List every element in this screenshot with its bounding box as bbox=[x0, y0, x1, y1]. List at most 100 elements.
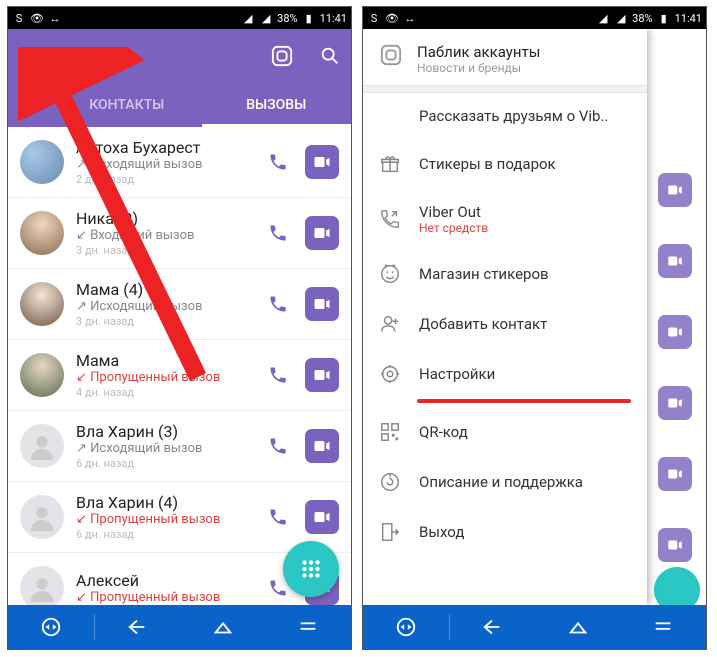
call-row[interactable]: Ника (8) ↙ Входящий вызов 3 дн. назад bbox=[8, 198, 351, 269]
app-header: Viber bbox=[8, 29, 351, 83]
navigation-drawer: Паблик аккаунты Новости и бренды Рассказ… bbox=[363, 29, 647, 605]
call-row[interactable]: Мама (4) ↗ Исходящий вызов 3 дн. назад bbox=[8, 269, 351, 340]
call-status: ↙ Пропущенный вызов bbox=[76, 590, 249, 605]
smile-icon bbox=[379, 263, 401, 285]
drawer-item-label: Стикеры в подарок bbox=[419, 155, 631, 173]
call-status: ↙ Пропущенный вызов bbox=[76, 512, 249, 527]
call-status: ↗ Исходящий вызов bbox=[76, 441, 249, 456]
dialpad-fab[interactable] bbox=[283, 541, 339, 597]
signal-icon: ◢ bbox=[241, 11, 255, 25]
video-call-button[interactable] bbox=[305, 429, 339, 463]
drawer-item-phone-out[interactable]: Viber OutНет средств bbox=[363, 189, 647, 249]
tab-chats-icon[interactable] bbox=[8, 83, 52, 127]
nav-bar bbox=[8, 605, 351, 649]
public-accounts-icon bbox=[379, 43, 403, 67]
drawer-item-label: Добавить контакт bbox=[419, 315, 631, 333]
drawer-item-label: Описание и поддержка bbox=[419, 473, 631, 491]
teamviewer-button[interactable] bbox=[8, 605, 94, 649]
app-title: Viber bbox=[50, 45, 245, 68]
tabs: КОНТАКТЫ ВЫЗОВЫ bbox=[8, 83, 351, 127]
battery-icon: ▮ bbox=[657, 11, 671, 25]
teamviewer-icon: ↔ bbox=[48, 11, 62, 25]
call-status: ↗ Исходящий вызов bbox=[76, 157, 249, 172]
avatar bbox=[20, 424, 64, 468]
status-bar: S 👁 ↔ ◢ ◢ 38% ▮ 11:41 bbox=[363, 7, 706, 29]
back-button[interactable] bbox=[95, 605, 181, 649]
call-button[interactable] bbox=[261, 358, 295, 392]
drawer-item-label: Viber Out bbox=[419, 203, 631, 221]
drawer-item-add-contact[interactable]: Добавить контакт bbox=[363, 299, 647, 349]
tab-contacts[interactable]: КОНТАКТЫ bbox=[52, 83, 202, 127]
video-call-button[interactable] bbox=[305, 500, 339, 534]
drawer-item-gear[interactable]: Настройки bbox=[363, 349, 647, 399]
call-name: Мама (4) bbox=[76, 280, 249, 299]
video-call-button[interactable] bbox=[305, 145, 339, 179]
call-time: 2 дн. назад bbox=[76, 173, 249, 186]
gift-icon bbox=[379, 153, 401, 175]
drawer-item-smile[interactable]: Магазин стикеров bbox=[363, 249, 647, 299]
drawer-item-share[interactable]: Рассказать друзьям о Vib.. bbox=[363, 93, 647, 139]
phone-out-icon bbox=[379, 208, 401, 230]
back-button[interactable] bbox=[450, 605, 536, 649]
public-accounts-icon[interactable] bbox=[271, 45, 293, 67]
video-call-button[interactable] bbox=[305, 216, 339, 250]
call-button[interactable] bbox=[261, 287, 295, 321]
gear-icon bbox=[379, 363, 401, 385]
drawer-item-exit[interactable]: Выход bbox=[363, 507, 647, 557]
call-name: Антоха Бухарест bbox=[76, 138, 249, 157]
battery-icon: ▮ bbox=[302, 11, 316, 25]
teamviewer-icon: ↔ bbox=[403, 11, 417, 25]
call-row[interactable]: Мама ↙ Пропущенный вызов 4 дн. назад bbox=[8, 340, 351, 411]
call-status: ↙ Входящий вызов bbox=[76, 228, 249, 243]
call-button[interactable] bbox=[261, 145, 295, 179]
video-call-button[interactable] bbox=[305, 287, 339, 321]
call-row[interactable]: Антоха Бухарест ↗ Исходящий вызов 2 дн. … bbox=[8, 127, 351, 198]
drawer-item-qr[interactable]: QR-код bbox=[363, 407, 647, 457]
drawer-header[interactable]: Паблик аккаунты Новости и бренды bbox=[363, 29, 647, 85]
call-name: Вла Харин (3) bbox=[76, 422, 249, 441]
add-contact-icon bbox=[379, 313, 401, 335]
recent-button[interactable] bbox=[266, 605, 352, 649]
avatar bbox=[20, 353, 64, 397]
battery-text: 38% bbox=[277, 12, 297, 25]
drawer-item-info[interactable]: Описание и поддержка bbox=[363, 457, 647, 507]
avatar bbox=[20, 566, 64, 605]
home-button[interactable] bbox=[535, 605, 621, 649]
tab-calls-label: ВЫЗОВЫ bbox=[246, 97, 306, 113]
call-status: ↙ Пропущенный вызов bbox=[76, 370, 249, 385]
clock-text: 11:41 bbox=[675, 12, 702, 25]
drawer-item-label: Магазин стикеров bbox=[419, 265, 631, 283]
teamviewer-button[interactable] bbox=[363, 605, 449, 649]
drawer-item-label: Выход bbox=[419, 523, 631, 541]
signal-icon: ◢ bbox=[259, 11, 273, 25]
drawer-item-gift[interactable]: Стикеры в подарок bbox=[363, 139, 647, 189]
exit-icon bbox=[379, 521, 401, 543]
call-name: Ника (8) bbox=[76, 209, 249, 228]
call-button[interactable] bbox=[261, 429, 295, 463]
video-call-button[interactable] bbox=[305, 358, 339, 392]
drawer-header-sub: Новости и бренды bbox=[417, 61, 631, 75]
tab-calls[interactable]: ВЫЗОВЫ bbox=[202, 83, 352, 127]
clock-text: 11:41 bbox=[320, 12, 347, 25]
call-list[interactable]: Антоха Бухарест ↗ Исходящий вызов 2 дн. … bbox=[8, 127, 351, 605]
search-icon[interactable] bbox=[319, 45, 341, 67]
home-button[interactable] bbox=[180, 605, 266, 649]
drawer-item-label: Рассказать друзьям о Vib.. bbox=[419, 107, 631, 125]
menu-icon[interactable] bbox=[18, 50, 36, 62]
tab-contacts-label: КОНТАКТЫ bbox=[89, 97, 164, 113]
call-row[interactable]: Вла Харин (3) ↗ Исходящий вызов 6 дн. на… bbox=[8, 411, 351, 482]
recent-button[interactable] bbox=[621, 605, 707, 649]
call-time: 6 дн. назад bbox=[76, 528, 249, 541]
call-status: ↗ Исходящий вызов bbox=[76, 299, 249, 314]
drawer-item-sub: Нет средств bbox=[419, 221, 631, 235]
call-button[interactable] bbox=[261, 216, 295, 250]
annotation-underline bbox=[417, 399, 631, 403]
call-name: Вла Харин (4) bbox=[76, 493, 249, 512]
drawer-item-label: Настройки bbox=[419, 365, 631, 383]
qr-icon bbox=[379, 421, 401, 443]
call-button[interactable] bbox=[261, 500, 295, 534]
eye-icon: 👁 bbox=[385, 11, 399, 25]
skype-icon: S bbox=[367, 11, 381, 25]
call-time: 6 дн. назад bbox=[76, 457, 249, 470]
avatar bbox=[20, 140, 64, 184]
